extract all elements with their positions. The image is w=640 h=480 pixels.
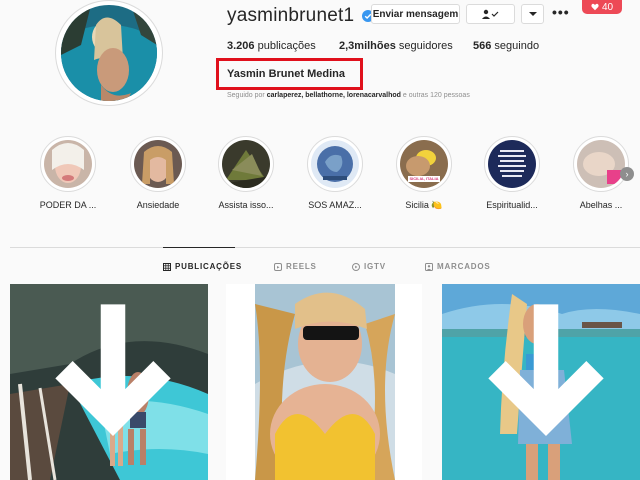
chevron-down-icon — [528, 12, 537, 16]
reels-icon — [274, 262, 282, 271]
followed-by-suffix: e outras 120 pessoas — [402, 92, 470, 99]
followed-by-text[interactable]: Seguido por carlaperez, bellathorne, lor… — [227, 92, 470, 99]
following-button[interactable] — [466, 4, 515, 24]
notification-badge[interactable]: 40 — [582, 0, 622, 14]
highlight-ring — [307, 136, 363, 192]
carousel-icon — [488, 304, 604, 436]
highlight-cover — [222, 140, 270, 188]
highlight-label: PODER DA ... — [39, 200, 97, 210]
highlight-label: Abelhas ... — [579, 200, 623, 210]
tab-tagged[interactable]: MARCADOS — [425, 262, 491, 271]
heart-icon — [591, 3, 599, 11]
igtv-icon — [352, 262, 360, 271]
more-options-icon[interactable]: ••• — [552, 4, 570, 20]
profile-avatar[interactable] — [61, 5, 157, 101]
highlight-label: Ansiedade — [136, 200, 180, 210]
suggestions-dropdown-button[interactable] — [521, 4, 544, 24]
posts-count-value: 3.206 — [227, 40, 255, 52]
highlight-label: Assista isso... — [218, 200, 274, 210]
highlight-cover — [44, 140, 92, 188]
highlight-cover: SICILIA, ITALIA — [400, 140, 448, 188]
send-message-label: Enviar mensagem — [372, 8, 459, 20]
highlight-ring — [484, 136, 540, 192]
grid-icon — [163, 262, 171, 271]
highlight-item[interactable]: Assista isso... — [211, 136, 281, 210]
highlight-label: Sicilia 🍋 — [405, 200, 443, 210]
followers-count-label: seguidores — [398, 40, 453, 52]
highlights-next-arrow-icon[interactable]: › — [620, 167, 634, 181]
following-count[interactable]: 566 seguindo — [473, 40, 539, 52]
highlight-ring — [218, 136, 274, 192]
tab-reels-label: REELS — [286, 262, 317, 271]
tab-igtv-label: IGTV — [364, 262, 386, 271]
highlight-item[interactable]: PODER DA ... — [33, 136, 103, 210]
highlight-cover — [577, 140, 625, 188]
highlight-cover — [311, 140, 359, 188]
tab-reels[interactable]: REELS — [274, 262, 317, 271]
profile-avatar-ring[interactable] — [55, 0, 163, 106]
notification-count: 40 — [601, 1, 614, 13]
profile-full-name: Yasmin Brunet Medina — [227, 68, 345, 80]
person-check-icon — [481, 9, 498, 19]
following-count-label: seguindo — [494, 40, 540, 52]
post-thumbnail[interactable] — [442, 284, 640, 480]
highlight-label: Espiritualid... — [486, 200, 538, 210]
tab-posts[interactable]: PUBLICAÇÕES — [163, 262, 242, 271]
tab-tagged-label: MARCADOS — [437, 262, 491, 271]
highlight-ring: SICILIA, ITALIA — [396, 136, 452, 192]
highlight-ring — [130, 136, 186, 192]
profile-username: yasminbrunet1 — [227, 5, 355, 26]
tab-igtv[interactable]: IGTV — [352, 262, 386, 271]
highlight-cover — [134, 140, 182, 188]
highlight-cover — [488, 140, 536, 188]
posts-count: 3.206 publicações — [227, 40, 316, 52]
highlight-ring — [573, 136, 629, 192]
post-thumbnail[interactable] — [10, 284, 208, 480]
following-count-value: 566 — [473, 40, 492, 52]
posts-count-label: publicações — [257, 40, 316, 52]
followed-by-names: carlaperez, bellathorne, lorenacarvalhod — [266, 92, 401, 99]
highlight-item[interactable]: SICILIA, ITALIA Sicilia 🍋 — [389, 136, 459, 211]
highlight-item[interactable]: SOS AMAZ... — [300, 136, 370, 210]
send-message-button[interactable]: Enviar mensagem — [371, 4, 460, 24]
story-highlights: PODER DA ... Ansiedade Assista isso... S… — [0, 136, 640, 216]
followers-count-value: 2,3milhões — [339, 40, 396, 52]
highlight-sticker: SICILIA, ITALIA — [409, 176, 439, 181]
post-thumbnail[interactable] — [226, 284, 422, 480]
highlight-label: SOS AMAZ... — [308, 200, 362, 210]
highlight-item[interactable]: Ansiedade — [123, 136, 193, 210]
followers-count[interactable]: 2,3milhões seguidores — [339, 40, 453, 52]
highlight-item[interactable]: Espiritualid... — [477, 136, 547, 210]
carousel-icon — [55, 304, 171, 436]
followed-by-prefix: Seguido por — [227, 92, 265, 99]
active-tab-indicator — [163, 247, 235, 248]
tab-posts-label: PUBLICAÇÕES — [175, 262, 243, 271]
highlight-ring — [40, 136, 96, 192]
tagged-icon — [425, 262, 433, 271]
post-image — [255, 284, 395, 480]
tabs-divider — [10, 247, 640, 248]
